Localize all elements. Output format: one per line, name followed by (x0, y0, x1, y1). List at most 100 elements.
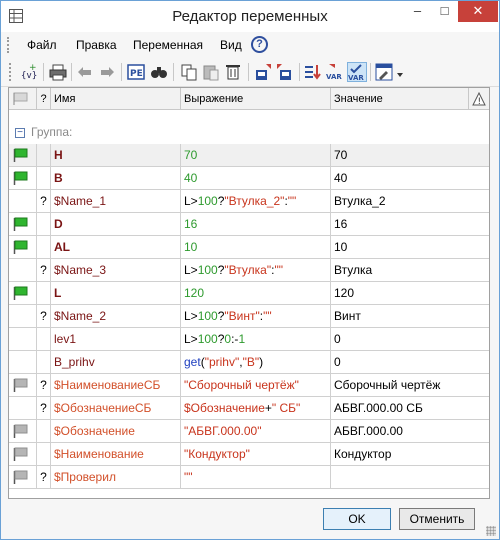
maximize-button[interactable]: □ (431, 1, 458, 22)
row-expression-cell[interactable]: "АБВГ.000.00" (181, 420, 331, 442)
title-bar[interactable]: Редактор переменных – □ ✕ (1, 1, 499, 32)
variable-row[interactable]: ? $Проверил "" (9, 466, 489, 489)
variable-row[interactable]: D 16 16 (9, 213, 489, 236)
row-flag-cell[interactable] (9, 397, 37, 419)
header-flag-column[interactable] (9, 88, 37, 110)
row-question-cell: ? (37, 374, 51, 396)
variable-row[interactable]: $Наименование "Кондуктор" Кондуктор (9, 443, 489, 466)
row-flag-cell[interactable] (9, 466, 37, 488)
row-name-cell[interactable]: H (51, 144, 181, 166)
row-name-cell[interactable]: $Проверил (51, 466, 181, 488)
menu-variable[interactable]: Переменная (133, 35, 203, 55)
group-collapse-toggle[interactable]: − (15, 128, 25, 138)
row-expression-cell[interactable]: 10 (181, 236, 331, 258)
sort-icon[interactable] (303, 62, 323, 82)
redo-icon[interactable] (97, 62, 117, 82)
variable-row[interactable]: ? $Name_3 L>100?"Втулка":"" Втулка (9, 259, 489, 282)
variable-row[interactable]: B 40 40 (9, 167, 489, 190)
variable-row[interactable]: B_prihv get("prihv","B") 0 (9, 351, 489, 374)
row-name-cell[interactable]: D (51, 213, 181, 235)
row-name-cell[interactable]: $Наименование (51, 443, 181, 465)
row-flag-cell[interactable] (9, 167, 37, 189)
copy-icon[interactable] (179, 62, 199, 82)
row-name-cell[interactable]: lev1 (51, 328, 181, 350)
row-name-cell[interactable]: $Name_1 (51, 190, 181, 212)
paste-icon[interactable] (201, 62, 221, 82)
variable-row[interactable]: ? $Name_2 L>100?"Винт":"" Винт (9, 305, 489, 328)
variable-row[interactable]: ? $ОбозначениеСБ $Обозначение+" СБ" АБВГ.00… (9, 397, 489, 420)
menu-edit[interactable]: Правка (76, 35, 117, 55)
row-flag-cell[interactable] (9, 328, 37, 350)
row-name-cell[interactable]: L (51, 282, 181, 304)
row-expression-cell[interactable]: L>100?0:-1 (181, 328, 331, 350)
row-name-cell[interactable]: B (51, 167, 181, 189)
row-name-cell[interactable]: $ОбозначениеСБ (51, 397, 181, 419)
row-expression-cell[interactable]: get("prihv","B") (181, 351, 331, 373)
row-flag-cell[interactable] (9, 213, 37, 235)
row-value-cell (331, 466, 489, 488)
row-expression-cell[interactable]: "" (181, 466, 331, 488)
row-flag-cell[interactable] (9, 305, 37, 327)
row-expression-cell[interactable]: L>100?"Втулка":"" (181, 259, 331, 281)
close-button[interactable]: ✕ (458, 1, 498, 22)
row-expression-cell[interactable]: L>100?"Втулка_2":"" (181, 190, 331, 212)
menu-grip-handle[interactable] (7, 37, 11, 53)
header-value-column[interactable]: Значение (331, 88, 469, 110)
row-expression-cell[interactable]: 40 (181, 167, 331, 189)
header-question-column[interactable]: ? (37, 88, 51, 110)
toolbar-grip-handle[interactable] (9, 63, 12, 81)
variable-row[interactable]: AL 10 10 (9, 236, 489, 259)
row-expression-cell[interactable]: 16 (181, 213, 331, 235)
cancel-button[interactable]: Отменить (399, 508, 475, 530)
row-name-cell[interactable]: $Обозначение (51, 420, 181, 442)
export-icon[interactable] (275, 62, 295, 82)
print-icon[interactable] (48, 62, 68, 82)
row-flag-cell[interactable] (9, 351, 37, 373)
row-flag-cell[interactable] (9, 443, 37, 465)
variable-row[interactable]: ? $Name_1 L>100?"Втулка_2":"" Втулка_2 (9, 190, 489, 213)
help-icon[interactable]: ? (251, 36, 268, 53)
undo-icon[interactable] (75, 62, 95, 82)
row-name-cell[interactable]: B_prihv (51, 351, 181, 373)
header-expression-column[interactable]: Выражение (181, 88, 331, 110)
variable-row[interactable]: L 120 120 (9, 282, 489, 305)
variable-row[interactable]: $Обозначение "АБВГ.000.00" АБВГ.000.00 (9, 420, 489, 443)
variable-row[interactable]: H 70 70 (9, 144, 489, 167)
row-flag-cell[interactable] (9, 190, 37, 212)
delete-icon[interactable] (223, 62, 243, 82)
row-expression-cell[interactable]: L>100?"Винт":"" (181, 305, 331, 327)
row-name-cell[interactable]: $Name_2 (51, 305, 181, 327)
menu-file[interactable]: Файл (27, 35, 57, 55)
variable-row[interactable]: lev1 L>100?0:-1 0 (9, 328, 489, 351)
row-flag-cell[interactable] (9, 236, 37, 258)
menu-view[interactable]: Вид (220, 35, 242, 55)
variable-row[interactable]: ? $НаименованиеСБ "Сборочный чертёж" Сбороч… (9, 374, 489, 397)
row-expression-cell[interactable]: "Кондуктор" (181, 443, 331, 465)
properties-icon[interactable]: PE (126, 62, 146, 82)
row-name-cell[interactable]: AL (51, 236, 181, 258)
add-variable-icon[interactable]: {v} + (20, 62, 40, 82)
resize-grip-handle[interactable] (486, 526, 496, 536)
row-flag-cell[interactable] (9, 374, 37, 396)
row-flag-cell[interactable] (9, 259, 37, 281)
row-expression-cell[interactable]: 70 (181, 144, 331, 166)
row-flag-cell[interactable] (9, 144, 37, 166)
ok-button[interactable]: OK (323, 508, 391, 530)
row-name-cell[interactable]: $НаименованиеСБ (51, 374, 181, 396)
group-row[interactable]: − Группа: (9, 122, 489, 144)
row-expression-cell[interactable]: 120 (181, 282, 331, 304)
import-icon[interactable] (253, 62, 273, 82)
find-icon[interactable] (149, 62, 169, 82)
header-warning-column[interactable]: ! (469, 88, 489, 110)
row-flag-cell[interactable] (9, 420, 37, 442)
row-name-cell[interactable]: $Name_3 (51, 259, 181, 281)
header-name-column[interactable]: Имя (51, 88, 181, 110)
minimize-button[interactable]: – (404, 1, 431, 22)
var-check-icon[interactable]: VAR (347, 62, 367, 82)
row-flag-cell[interactable] (9, 282, 37, 304)
configure-icon[interactable] (374, 62, 394, 82)
var-external-icon[interactable]: VAR (325, 62, 345, 82)
row-expression-cell[interactable]: $Обозначение+" СБ" (181, 397, 331, 419)
toolbar-overflow-chevron-down-icon[interactable] (395, 62, 405, 82)
row-expression-cell[interactable]: "Сборочный чертёж" (181, 374, 331, 396)
